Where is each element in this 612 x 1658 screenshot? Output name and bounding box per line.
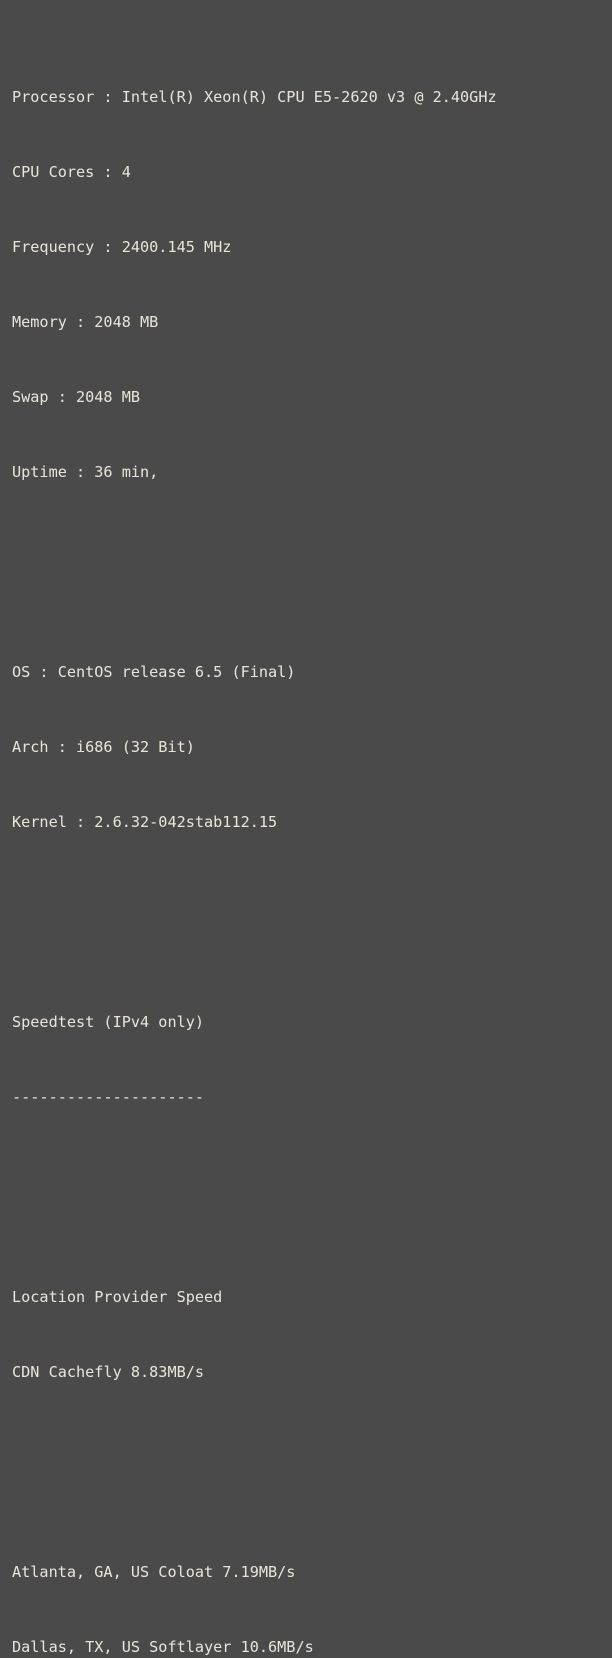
- speedtest-column-header: Location Provider Speed: [12, 1288, 223, 1306]
- frequency-line: Frequency : 2400.145 MHz: [12, 238, 232, 256]
- speedtest-row: Atlanta, GA, US Coloat 7.19MB/s: [12, 1563, 296, 1581]
- arch-line: Arch : i686 (32 Bit): [12, 738, 195, 756]
- speedtest-row: Dallas, TX, US Softlayer 10.6MB/s: [12, 1638, 314, 1656]
- speedtest-row-cdn: CDN Cachefly 8.83MB/s: [12, 1363, 205, 1381]
- processor-line: Processor : Intel(R) Xeon(R) CPU E5-2620…: [12, 88, 497, 106]
- swap-line: Swap : 2048 MB: [12, 388, 141, 406]
- cpu-cores-line: CPU Cores : 4: [12, 163, 131, 181]
- terminal-output: Processor : Intel(R) Xeon(R) CPU E5-2620…: [0, 0, 612, 1656]
- speedtest-divider: ---------------------: [12, 1088, 205, 1106]
- os-line: OS : CentOS release 6.5 (Final): [12, 663, 296, 681]
- uptime-line: Uptime : 36 min,: [12, 463, 159, 481]
- speedtest-heading: Speedtest (IPv4 only): [12, 1013, 205, 1031]
- kernel-line: Kernel : 2.6.32-042stab112.15: [12, 813, 278, 831]
- memory-line: Memory : 2048 MB: [12, 313, 159, 331]
